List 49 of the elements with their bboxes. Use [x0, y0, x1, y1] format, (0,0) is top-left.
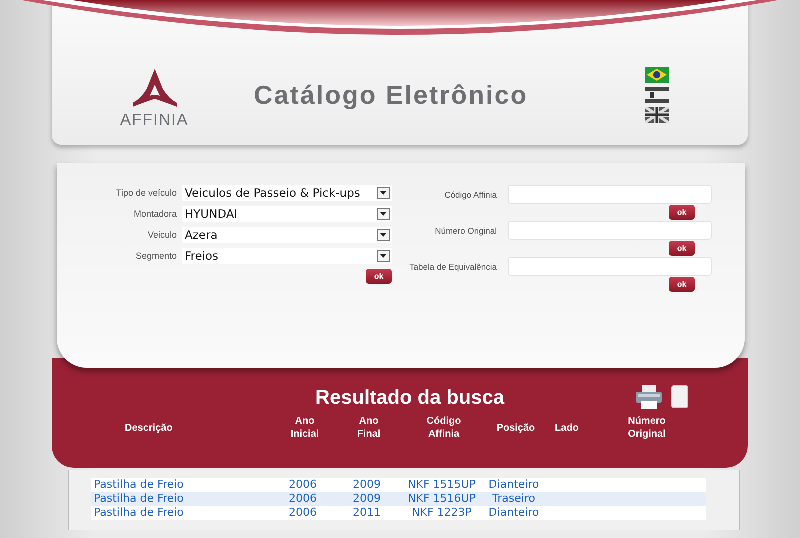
- results-title: Resultado da busca: [316, 386, 504, 410]
- field-label: Veiculo: [146, 230, 177, 240]
- table-cell[interactable]: Pastilha de Freio: [91, 492, 268, 506]
- column-header: Número Original: [628, 415, 666, 441]
- table-cell: Dianteiro: [488, 478, 540, 492]
- field-label: Tipo de veículo: [115, 188, 177, 198]
- input-field[interactable]: [508, 221, 712, 240]
- table-cell-text: NKF 1223P: [411, 506, 473, 520]
- catalog-title: Catálogo Eletrônico: [254, 80, 528, 111]
- logo-icon: [132, 69, 176, 107]
- logo-text: AFFINIA: [120, 112, 189, 130]
- flag-icon[interactable]: [645, 66, 669, 82]
- column-header: Ano Final: [357, 415, 381, 441]
- field-label: Código Affinia: [444, 190, 497, 200]
- table-cell-text: 2006: [288, 492, 318, 506]
- table-cell-text: 2011: [352, 506, 382, 520]
- ok-button[interactable]: ok: [669, 205, 695, 220]
- printer-icon[interactable]: [635, 384, 663, 410]
- table-cell[interactable]: Pastilha de Freio: [91, 478, 268, 492]
- field-label: Tabela de Equivalência: [408, 262, 497, 272]
- column-header: Lado: [555, 422, 579, 436]
- dropdown[interactable]: Veiculos de Passeio & Pick-ups: [182, 185, 392, 201]
- column-header: Ano Inicial: [290, 415, 320, 441]
- table-cell-text: NKF 1515UP: [407, 478, 477, 492]
- table-cell-text: 2006: [288, 506, 318, 520]
- dropdown[interactable]: Freios: [182, 248, 392, 264]
- ok-button[interactable]: ok: [669, 277, 695, 292]
- table-cell-text: 2006: [288, 478, 318, 492]
- column-header: Posição: [496, 422, 536, 436]
- dropdown[interactable]: HYUNDAI: [182, 206, 392, 222]
- table-cell-text: 2009: [352, 478, 382, 492]
- ok-button[interactable]: ok: [366, 269, 392, 284]
- table-cell-text: 2009: [352, 492, 382, 506]
- field-label: Número Original: [434, 226, 497, 236]
- table-cell[interactable]: Pastilha de Freio: [91, 506, 268, 520]
- document-icon[interactable]: [671, 385, 689, 409]
- column-header: Descrição: [125, 422, 173, 436]
- table-cell-text: NKF 1516UP: [407, 492, 477, 506]
- table-cell-text: Traseiro: [492, 492, 536, 506]
- table-cell: Dianteiro: [488, 506, 540, 520]
- column-header: Código Affinia: [426, 415, 462, 441]
- ok-button[interactable]: ok: [669, 241, 695, 256]
- input-field[interactable]: [508, 185, 712, 204]
- flag-icon[interactable]: [645, 106, 669, 122]
- field-label: Segmento: [134, 251, 177, 261]
- dropdown[interactable]: Azera: [182, 227, 392, 243]
- flag-icon[interactable]: [645, 86, 669, 102]
- input-field[interactable]: [508, 257, 712, 276]
- field-label: Montadora: [132, 209, 177, 219]
